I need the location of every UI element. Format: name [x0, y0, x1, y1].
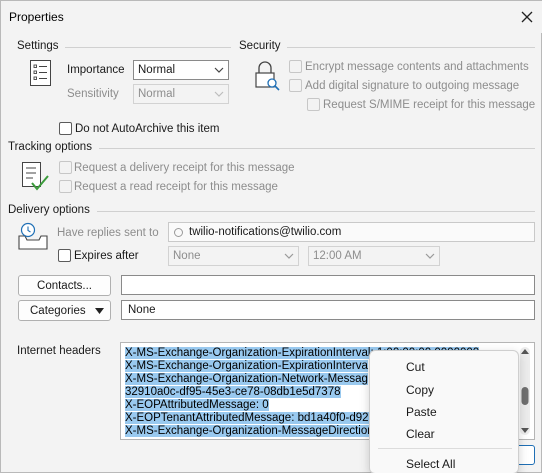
read-receipt-checkbox[interactable] [59, 180, 72, 193]
header-line: X-EOPAttributedMessage: 0 [125, 399, 269, 411]
delivery-divider [97, 211, 535, 212]
encrypt-checkbox[interactable] [289, 60, 302, 73]
menu-item-select-all[interactable]: Select All [406, 457, 455, 471]
internet-headers-label: Internet headers [17, 345, 101, 357]
chevron-down-icon [425, 253, 435, 259]
tracking-heading: Tracking options [8, 141, 92, 153]
contact-circle-icon [174, 228, 183, 237]
categories-field[interactable]: None [121, 300, 535, 320]
autoarchive-label: Do not AutoArchive this item [75, 123, 220, 135]
header-line: X-MS-Exchange-Organization-Network-Messa… [125, 373, 368, 385]
expires-checkbox[interactable] [58, 249, 71, 262]
lock-icon [253, 59, 281, 94]
delivery-heading: Delivery options [8, 204, 90, 216]
expires-date-value: None [173, 250, 201, 262]
importance-select[interactable]: Normal [133, 60, 229, 80]
contacts-button[interactable]: Contacts... [18, 275, 111, 296]
encrypt-label: Encrypt message contents and attachments [305, 61, 529, 73]
sensitivity-value: Normal [138, 88, 176, 100]
smime-checkbox[interactable] [307, 98, 320, 111]
smime-label: Request S/MIME receipt for this message [323, 99, 536, 111]
close-icon [521, 11, 533, 22]
importance-value: Normal [138, 64, 176, 76]
categories-button-label: Categories [30, 304, 86, 317]
tracking-divider [99, 148, 535, 149]
signature-label: Add digital signature to outgoing messag… [305, 80, 520, 92]
sensitivity-label: Sensitivity [67, 88, 119, 100]
scroll-thumb [521, 387, 529, 405]
header-line: X-MS-Exchange-Organization-MessageDirect… [125, 425, 374, 437]
expires-label: Expires after [74, 250, 139, 262]
header-line: X-EOPTenantAttributedMessage: bd1a40f0-d… [125, 412, 369, 424]
menu-item-cut[interactable]: Cut [406, 360, 425, 374]
replies-value: twilio-notifications@twilio.com [189, 226, 342, 238]
settings-divider [65, 47, 231, 48]
delivery-receipt-checkbox[interactable] [59, 161, 72, 174]
headers-scrollbar[interactable] [517, 344, 533, 438]
sensitivity-select[interactable]: Normal [133, 84, 229, 104]
replies-label: Have replies sent to [57, 227, 159, 239]
context-menu: Cut Copy Paste Clear Select All [369, 350, 519, 473]
header-line: 32910a0c-df95-45e3-ce78-08db1e5d7378 [125, 386, 341, 398]
signature-checkbox[interactable] [289, 79, 302, 92]
security-divider [287, 47, 535, 48]
menu-item-clear[interactable]: Clear [406, 427, 435, 441]
menu-item-copy[interactable]: Copy [406, 383, 434, 397]
caret-down-icon [95, 308, 104, 314]
checklist-icon [21, 161, 51, 196]
replies-field[interactable]: twilio-notifications@twilio.com [168, 222, 535, 242]
expires-date-select[interactable]: None [168, 246, 299, 266]
close-button[interactable] [511, 1, 542, 32]
properties-dialog: Properties Settings Importance Normal Se… [0, 0, 542, 473]
categories-button[interactable]: Categories [18, 300, 111, 321]
importance-label: Importance [67, 64, 125, 76]
menu-separator [378, 448, 512, 449]
window-title: Properties [9, 10, 64, 24]
contacts-field[interactable] [121, 275, 535, 295]
delivery-receipt-label: Request a delivery receipt for this mess… [74, 162, 295, 174]
chevron-down-icon [214, 67, 224, 73]
properties-icon [29, 59, 53, 90]
security-heading: Security [239, 40, 281, 52]
autoarchive-checkbox[interactable] [59, 122, 72, 135]
expires-time-value: 12:00 AM [313, 250, 362, 262]
chevron-down-icon [284, 253, 294, 259]
header-line: X-MS-Exchange-Organization-ExpirationInt… [125, 360, 368, 372]
expires-time-select[interactable]: 12:00 AM [308, 246, 440, 266]
read-receipt-label: Request a read receipt for this message [74, 181, 278, 193]
settings-heading: Settings [17, 40, 59, 52]
menu-item-paste[interactable]: Paste [406, 405, 437, 419]
chevron-down-icon [214, 91, 224, 97]
title-bar: Properties [1, 1, 542, 33]
inbox-clock-icon [17, 222, 49, 255]
categories-value: None [128, 304, 156, 316]
